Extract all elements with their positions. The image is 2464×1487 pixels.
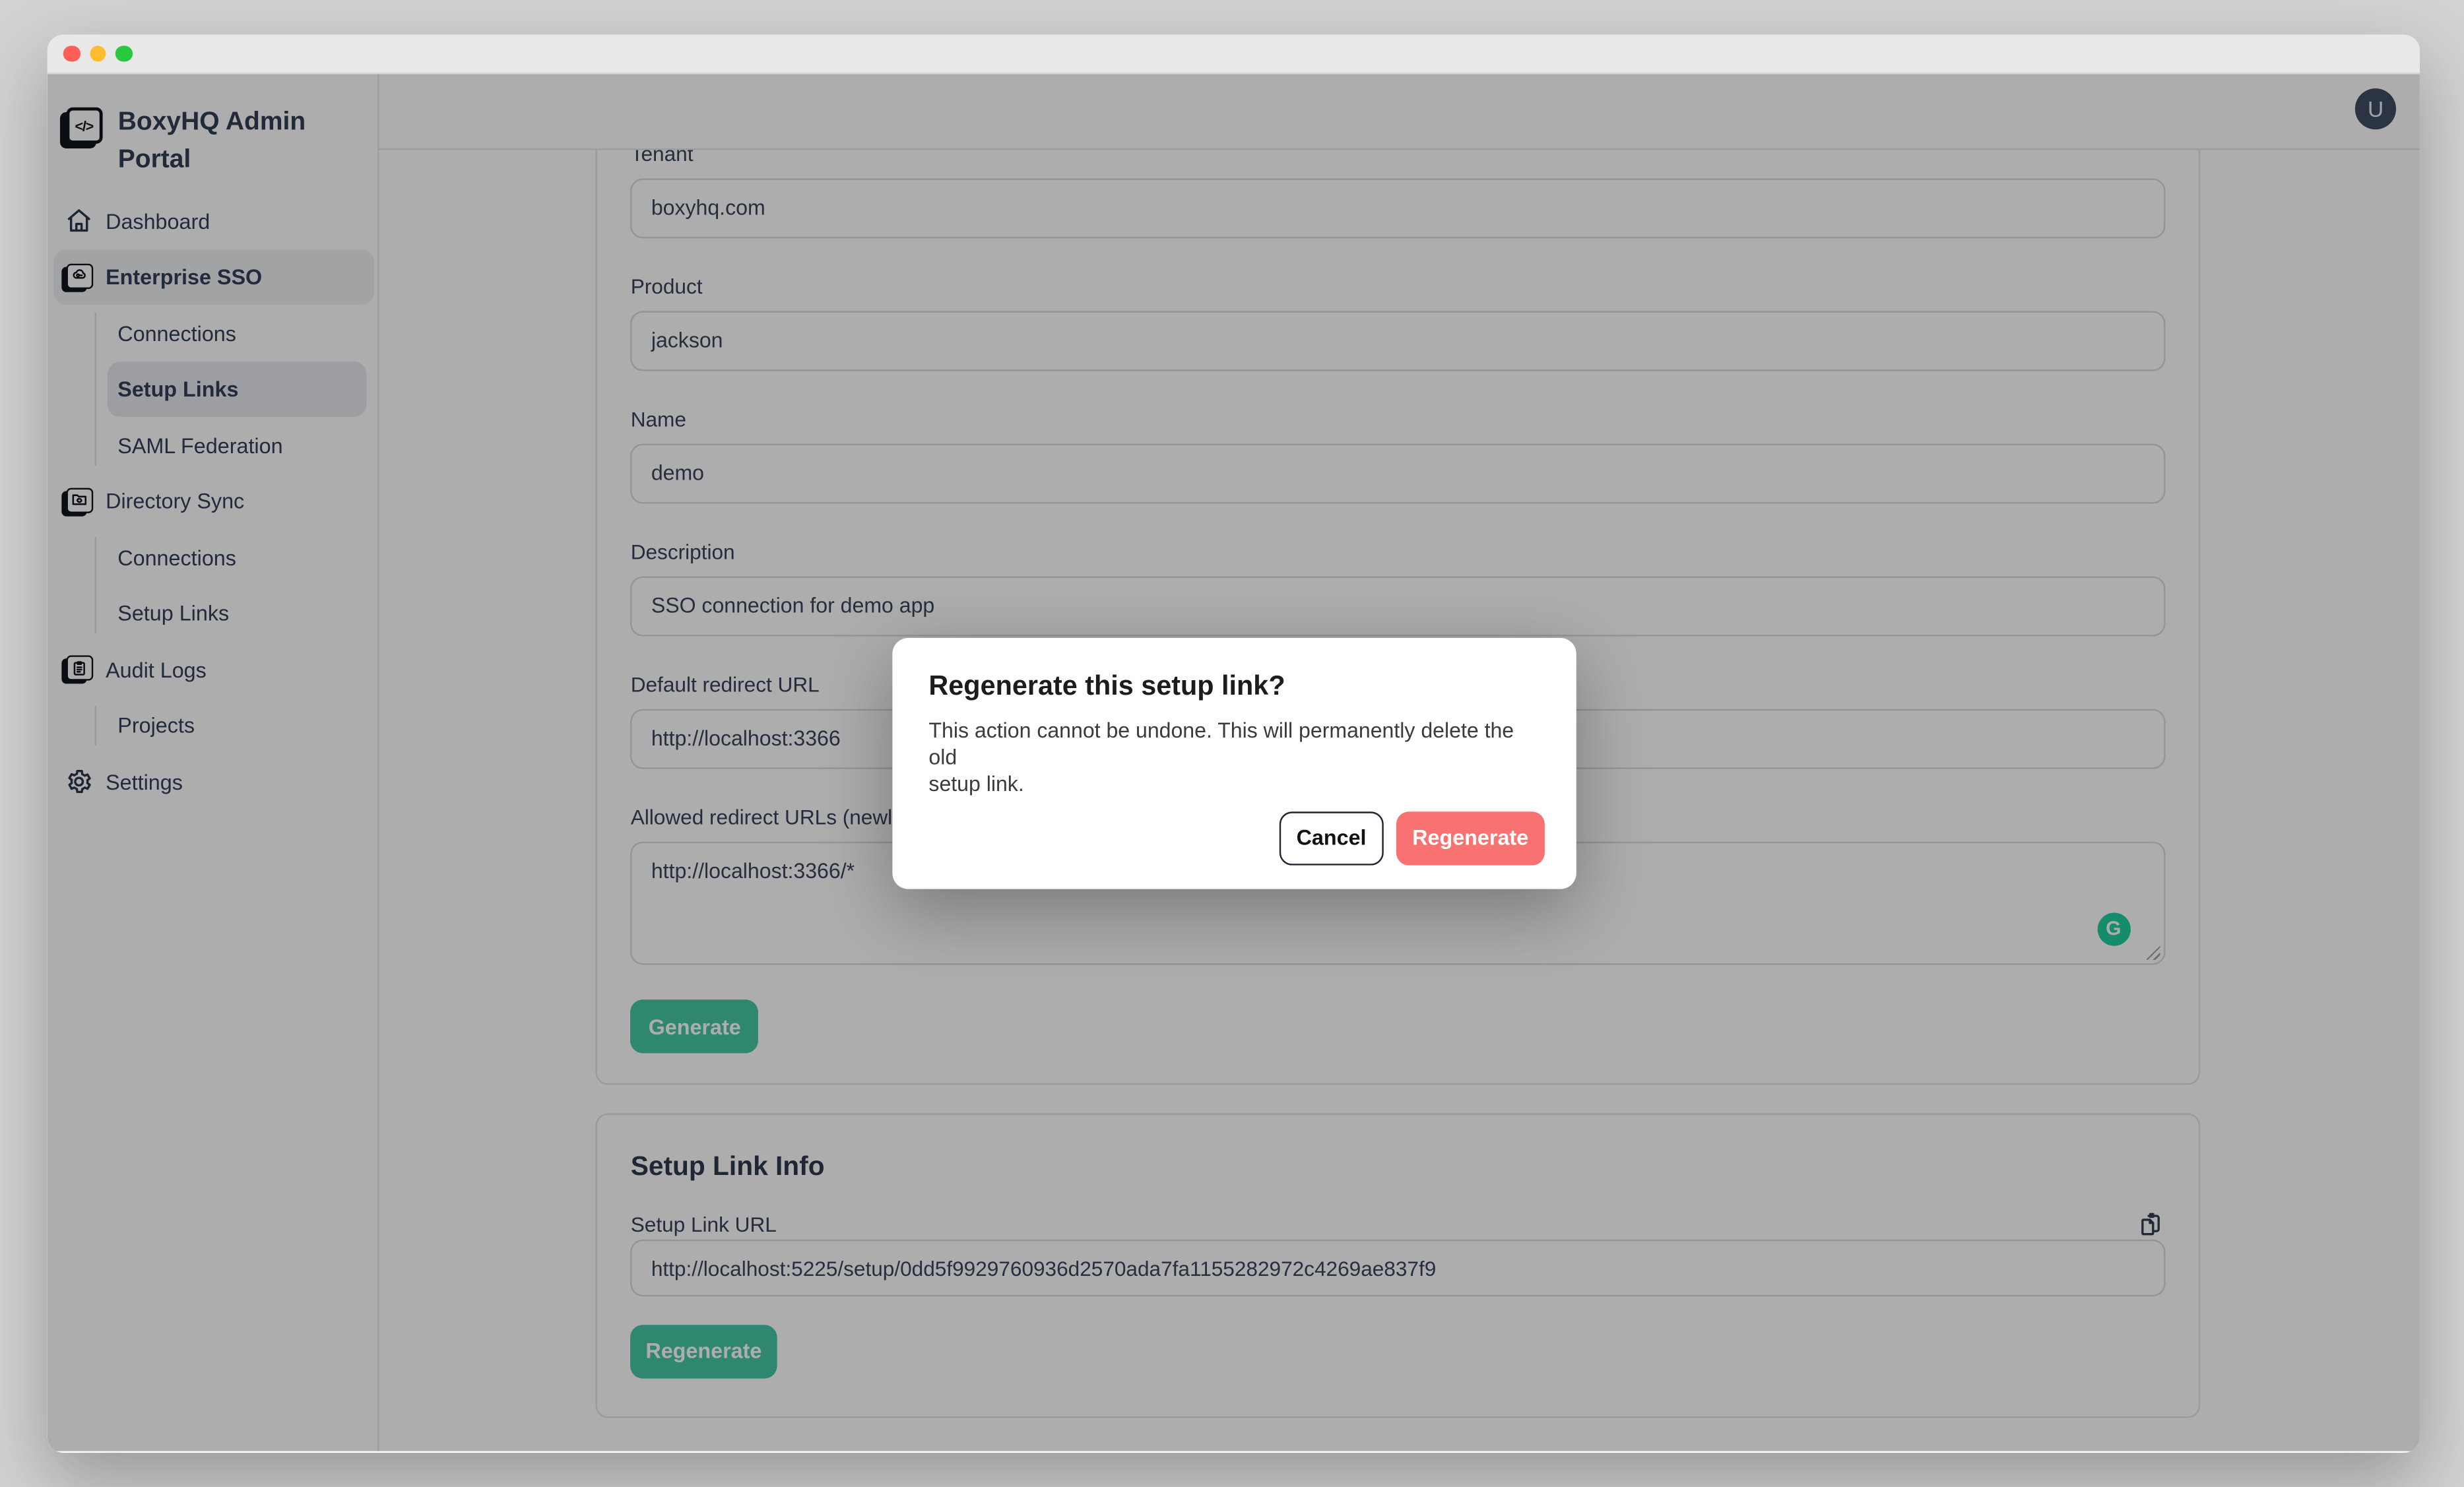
dialog-body-line: This action cannot be undone. This will …	[928, 717, 1538, 771]
window-titlebar	[48, 34, 2420, 75]
traffic-light-minimize-icon[interactable]	[90, 46, 106, 62]
traffic-light-zoom-icon[interactable]	[116, 46, 133, 62]
screen: Tenant Product Name Description	[0, 0, 2464, 1487]
dialog-actions: Cancel Regenerate	[1280, 811, 1545, 864]
confirm-regenerate-button[interactable]: Regenerate	[1396, 811, 1545, 864]
dialog-body-line: setup link.	[928, 771, 1538, 798]
dialog-title: Regenerate this setup link?	[928, 670, 1538, 703]
traffic-light-close-icon[interactable]	[64, 46, 81, 62]
cancel-button[interactable]: Cancel	[1280, 811, 1384, 864]
regenerate-confirm-dialog: Regenerate this setup link? This action …	[892, 638, 1575, 888]
dialog-body: This action cannot be undone. This will …	[928, 717, 1538, 798]
